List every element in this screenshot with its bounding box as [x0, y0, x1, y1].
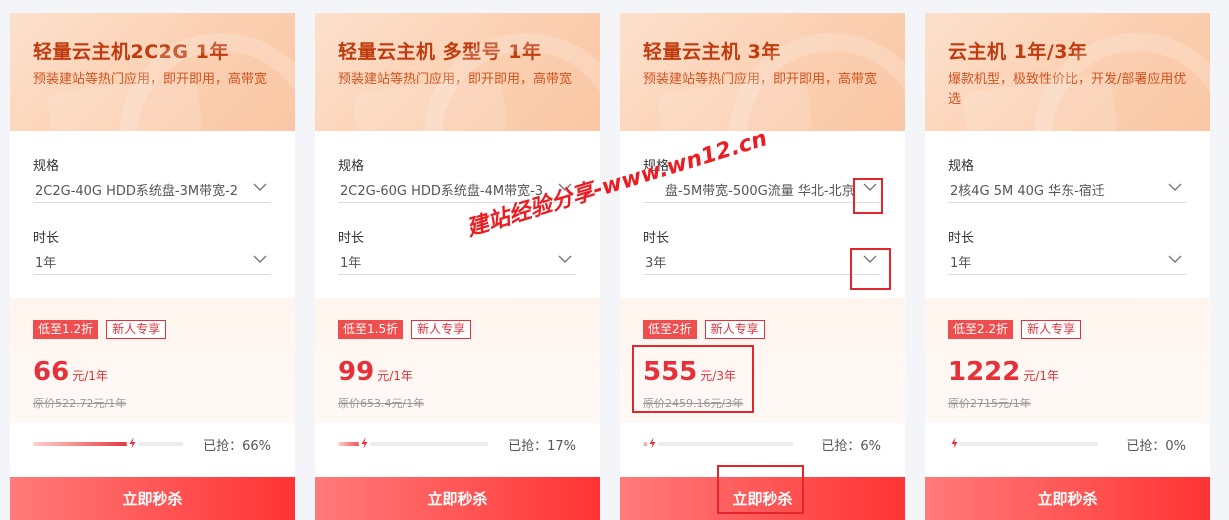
lightning-icon [646, 437, 659, 449]
card-title: 云主机 1年/3年 [948, 41, 1088, 63]
chevron-down-icon [253, 183, 267, 191]
sold-percent: 已抢：17% [508, 439, 576, 454]
duration-select[interactable]: 3年 [643, 247, 881, 275]
card-header: 云主机 1年/3年 爆款机型，极致性价比，开发/部署应用优选 [925, 13, 1210, 131]
progress-fill [33, 442, 132, 446]
discount-badge: 低至2.2折 [948, 320, 1014, 339]
discount-badge: 低至2折 [643, 320, 697, 339]
progress-row: 已抢：17% [315, 423, 600, 464]
card-description: 预装建站等热门应用，即开即用，高带宽 [643, 72, 878, 87]
price: 66 元/1年 [33, 357, 108, 387]
price: 99 元/1年 [338, 357, 413, 387]
spec-label: 规格 [338, 159, 365, 174]
sold-percent: 已抢：66% [203, 439, 271, 454]
price-unit: 元/1年 [1023, 369, 1060, 383]
card-header: 轻量云主机 多型号 1年 预装建站等热门应用，即开即用，高带宽 [315, 13, 600, 131]
original-price: 原价653.4元/1年 [338, 397, 425, 410]
price-section: 低至1.2折 新人专享 66 元/1年 原价522.72元/1年 [10, 298, 295, 423]
spec-select-value: 盘-5M带宽-500G流量 华北-北京 [665, 184, 855, 199]
discount-badge: 低至1.2折 [33, 320, 99, 339]
card-description: 预装建站等热门应用，即开即用，高带宽 [338, 72, 573, 87]
spec-label: 规格 [948, 159, 975, 174]
product-card-3: 轻量云主机 3年 预装建站等热门应用，即开即用，高带宽 规格 盘-5M带宽-50… [620, 13, 905, 520]
price-value: 66 [33, 357, 70, 387]
price-section: 低至2折 新人专享 555 元/3年 原价2459.16元/3年 [620, 298, 905, 423]
new-user-badge: 新人专享 [1021, 320, 1082, 339]
price-unit: 元/1年 [72, 369, 108, 383]
product-card-1: 轻量云主机2C2G 1年 预装建站等热门应用，即开即用，高带宽 规格 2C2G-… [10, 13, 295, 520]
chevron-down-icon [1168, 255, 1182, 263]
card-title: 轻量云主机 3年 [643, 41, 781, 63]
spec-select[interactable]: 2核4G 5M 40G 华东-宿迁 [948, 175, 1186, 203]
sold-percent: 已抢：6% [821, 439, 881, 454]
chevron-down-icon [558, 255, 572, 263]
card-title: 轻量云主机 多型号 1年 [338, 41, 542, 63]
progress-track [948, 437, 1098, 449]
chevron-down-icon [863, 255, 877, 263]
progress-row: 已抢：0% [925, 423, 1210, 464]
price-value: 99 [338, 357, 375, 387]
duration-select-value: 1年 [35, 256, 57, 271]
duration-label: 时长 [643, 231, 670, 246]
progress-row: 已抢：66% [10, 423, 295, 464]
spec-label: 规格 [33, 159, 60, 174]
duration-select-value: 3年 [645, 256, 667, 271]
new-user-badge: 新人专享 [106, 320, 167, 339]
flash-sale-button[interactable]: 立即秒杀 [925, 477, 1210, 520]
price-value: 555 [643, 357, 698, 387]
price-unit: 元/1年 [377, 369, 413, 383]
spec-select[interactable]: 2C2G-40G HDD系统盘-3M带宽-2 [33, 175, 271, 203]
original-price: 原价522.72元/1年 [33, 397, 127, 410]
new-user-badge: 新人专享 [411, 320, 472, 339]
duration-select[interactable]: 1年 [338, 247, 576, 275]
price-section: 低至1.5折 新人专享 99 元/1年 原价653.4元/1年 [315, 298, 600, 423]
duration-select-value: 1年 [340, 256, 362, 271]
duration-label: 时长 [33, 231, 60, 246]
original-price: 原价2715元/1年 [948, 397, 1031, 410]
original-price: 原价2459.16元/3年 [643, 397, 744, 410]
duration-select[interactable]: 1年 [948, 247, 1186, 275]
price: 1222 元/1年 [948, 357, 1059, 387]
new-user-badge: 新人专享 [704, 320, 765, 339]
product-card-4: 云主机 1年/3年 爆款机型，极致性价比，开发/部署应用优选 规格 2核4G 5… [925, 13, 1210, 520]
card-header: 轻量云主机2C2G 1年 预装建站等热门应用，即开即用，高带宽 [10, 13, 295, 131]
progress-track [338, 437, 488, 449]
price-section: 低至2.2折 新人专享 1222 元/1年 原价2715元/1年 [925, 298, 1210, 423]
config-section: 规格 2C2G-40G HDD系统盘-3M带宽-2 时长 1年 [10, 131, 295, 298]
price-unit: 元/3年 [700, 369, 736, 383]
price: 555 元/3年 [643, 357, 736, 387]
sold-percent: 已抢：0% [1126, 439, 1186, 454]
card-description: 预装建站等热门应用，即开即用，高带宽 [33, 72, 268, 87]
progress-track [33, 437, 183, 449]
spec-select-value: 2C2G-40G HDD系统盘-3M带宽-2 [35, 184, 239, 199]
progress-row: 已抢：6% [620, 423, 905, 464]
progress-track [643, 437, 793, 449]
duration-select[interactable]: 1年 [33, 247, 271, 275]
lightning-icon [126, 437, 139, 449]
lightning-icon [358, 437, 370, 449]
chevron-down-icon [253, 255, 267, 263]
duration-label: 时长 [948, 231, 975, 246]
card-title: 轻量云主机2C2G 1年 [33, 41, 229, 63]
discount-badge: 低至1.5折 [338, 320, 404, 339]
duration-label: 时长 [338, 231, 365, 246]
chevron-down-icon [863, 183, 877, 191]
duration-select-value: 1年 [950, 256, 972, 271]
card-header: 轻量云主机 3年 预装建站等热门应用，即开即用，高带宽 [620, 13, 905, 131]
lightning-icon [948, 437, 961, 449]
flash-sale-button[interactable]: 立即秒杀 [10, 477, 295, 520]
chevron-down-icon [1168, 183, 1182, 191]
card-description: 爆款机型，极致性价比，开发/部署应用优选 [948, 72, 1187, 107]
config-section: 规格 2核4G 5M 40G 华东-宿迁 时长 1年 [925, 131, 1210, 298]
price-value: 1222 [948, 357, 1021, 387]
product-card-2: 轻量云主机 多型号 1年 预装建站等热门应用，即开即用，高带宽 规格 2C2G-… [315, 13, 600, 520]
spec-select-value: 2核4G 5M 40G 华东-宿迁 [950, 184, 1105, 199]
flash-sale-button[interactable]: 立即秒杀 [315, 477, 600, 520]
flash-sale-button[interactable]: 立即秒杀 [620, 477, 905, 520]
